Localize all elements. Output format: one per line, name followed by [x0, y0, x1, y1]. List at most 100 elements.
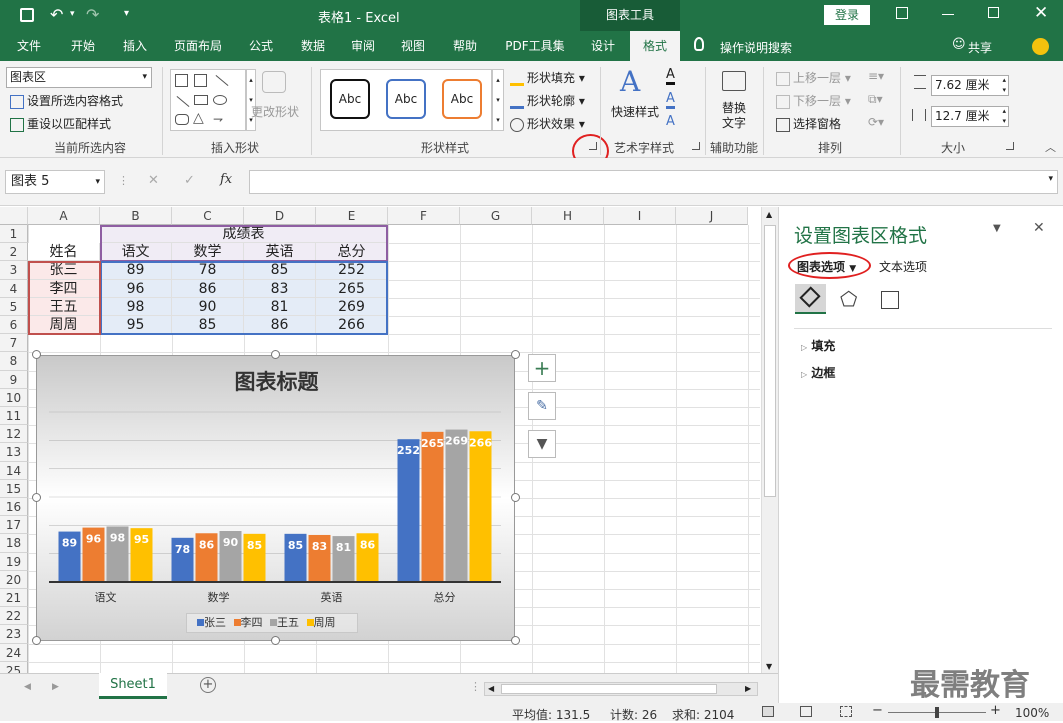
chart-element-dropdown[interactable]: 图表区 ▾ [6, 67, 152, 88]
text-options-tab[interactable]: 文本选项 [879, 258, 927, 275]
quick-styles-button[interactable]: 快速样式 [611, 103, 659, 120]
shapes-gallery[interactable]: △ ⇁ [170, 69, 246, 131]
style-black-preset[interactable]: Abc [330, 79, 370, 119]
resize-handle[interactable] [32, 636, 41, 645]
size-properties-icon[interactable] [881, 291, 899, 309]
spinner-icon[interactable]: ▴ ▾ [1002, 75, 1006, 95]
zoom-out-icon[interactable]: − [872, 703, 883, 718]
save-icon[interactable] [20, 8, 34, 22]
dialog-launcher-icon[interactable] [1006, 142, 1014, 150]
fill-line-tab[interactable] [795, 284, 826, 314]
resize-handle[interactable] [32, 493, 41, 502]
row-header-14[interactable]: 14 [0, 461, 28, 480]
row-header-22[interactable]: 22 [0, 607, 28, 626]
tab-review[interactable]: 审阅 [342, 31, 384, 61]
redo-icon[interactable]: ↷ [86, 5, 99, 24]
zoom-thumb[interactable] [935, 707, 939, 718]
insert-function-icon[interactable]: fx [220, 172, 232, 187]
enter-icon[interactable]: ✓ [184, 173, 195, 188]
text-outline-icon[interactable]: A [666, 91, 675, 109]
column-header-I[interactable]: I [604, 207, 676, 225]
shape-outline-button[interactable]: 形状轮廓 ▾ [510, 92, 585, 109]
scroll-thumb[interactable] [764, 225, 776, 497]
vertical-scrollbar[interactable]: ▲ ▼ [761, 207, 778, 673]
row-header-16[interactable]: 16 [0, 498, 28, 517]
resize-handle[interactable] [511, 493, 520, 502]
scroll-down-icon[interactable]: ▼ [766, 662, 772, 671]
row-header-23[interactable]: 23 [0, 625, 28, 644]
text-effects-icon[interactable]: A [666, 114, 675, 129]
column-header-C[interactable]: C [172, 207, 244, 225]
tab-home[interactable]: 开始 [62, 31, 104, 61]
chart-filters-button[interactable]: ▼ [528, 430, 556, 458]
chart-styles-button[interactable]: ✎ [528, 392, 556, 420]
prev-sheet-icon[interactable]: ◀ [24, 682, 31, 692]
pane-options-icon[interactable]: ▼ [993, 223, 1001, 234]
chart-legend[interactable]: 张三 李四 王五 周周 [186, 613, 358, 633]
tab-insert[interactable]: 插入 [114, 31, 156, 61]
row-header-21[interactable]: 21 [0, 589, 28, 608]
shape-fill-button[interactable]: 形状填充 ▾ [510, 69, 585, 86]
resize-handle[interactable] [271, 350, 280, 359]
column-header-G[interactable]: G [460, 207, 532, 225]
tab-format[interactable]: 格式 [630, 31, 680, 61]
collapse-ribbon-icon[interactable]: ︿ [1045, 139, 1056, 155]
zoom-level[interactable]: 100% [1015, 706, 1049, 720]
change-shape-button[interactable]: 更改形状 [251, 103, 299, 120]
scroll-up-icon[interactable]: ▲ [766, 210, 772, 219]
customize-toolbar-icon[interactable]: ▾ [124, 8, 129, 19]
row-header-25[interactable]: 25 [0, 661, 28, 673]
select-all-corner[interactable] [0, 207, 28, 225]
dialog-launcher-icon[interactable] [692, 142, 700, 150]
resize-handle[interactable] [32, 350, 41, 359]
selection-pane-button[interactable]: 选择窗格 [776, 115, 841, 132]
tab-pdf-tools[interactable]: PDF工具集 [496, 31, 574, 61]
row-header-7[interactable]: 7 [0, 334, 28, 353]
share-button[interactable]: 共享 [968, 39, 992, 56]
zoom-in-icon[interactable]: + [990, 703, 1001, 718]
column-header-D[interactable]: D [244, 207, 316, 225]
cancel-icon[interactable]: ✕ [148, 173, 159, 188]
row-header-20[interactable]: 20 [0, 570, 28, 589]
row-header-2[interactable]: 2 [0, 243, 28, 262]
next-sheet-icon[interactable]: ▶ [52, 682, 59, 692]
chart-area[interactable]: 图表标题 语文 89 96 98 95 数学 78 86 90 85 英语 85 83 81 86 总分 252… [36, 355, 515, 641]
column-header-E[interactable]: E [316, 207, 388, 225]
column-header-A[interactable]: A [28, 207, 100, 225]
row-header-11[interactable]: 11 [0, 407, 28, 426]
gallery-scroll[interactable]: ▴ ▾ ▾ [246, 69, 256, 131]
row-header-4[interactable]: 4 [0, 279, 28, 298]
hscroll-thumb[interactable] [501, 684, 717, 694]
undo-dropdown-icon[interactable]: ▾ [70, 9, 75, 19]
row-header-8[interactable]: 8 [0, 352, 28, 371]
tab-formulas[interactable]: 公式 [240, 31, 282, 61]
row-header-19[interactable]: 19 [0, 552, 28, 571]
minimize-icon[interactable] [942, 14, 954, 15]
column-header-B[interactable]: B [100, 207, 172, 225]
resize-handle[interactable] [511, 350, 520, 359]
alt-text-button[interactable]: 替换文字 [719, 101, 749, 131]
height-input[interactable]: 7.62 厘米 ▴ ▾ [931, 75, 1009, 96]
row-header-15[interactable]: 15 [0, 479, 28, 498]
sheet-tab-sheet1[interactable]: Sheet1 [99, 673, 167, 699]
rotate-icon[interactable]: ⟳▾ [868, 115, 884, 129]
formula-input[interactable]: ▾ [249, 170, 1058, 194]
close-icon[interactable]: ✕ [1034, 3, 1048, 23]
maximize-icon[interactable] [988, 7, 999, 18]
page-layout-view-icon[interactable] [800, 706, 812, 717]
row-header-9[interactable]: 9 [0, 370, 28, 389]
row-header-10[interactable]: 10 [0, 388, 28, 407]
effects-pentagon-icon[interactable]: ⬠ [840, 287, 857, 311]
table-header[interactable]: 姓名 [28, 243, 100, 262]
row-header-6[interactable]: 6 [0, 316, 28, 335]
add-sheet-icon[interactable]: + [200, 677, 216, 693]
normal-view-icon[interactable] [762, 706, 774, 717]
horizontal-scrollbar[interactable]: ◀ ▶ [484, 682, 758, 696]
row-header-18[interactable]: 18 [0, 534, 28, 553]
style-orange-preset[interactable]: Abc [442, 79, 482, 119]
row-header-3[interactable]: 3 [0, 261, 28, 280]
tab-help[interactable]: 帮助 [444, 31, 486, 61]
undo-icon[interactable]: ↶ [50, 5, 63, 24]
width-input[interactable]: 12.7 厘米 ▴ ▾ [931, 106, 1009, 127]
group-icon[interactable]: ⧉▾ [868, 92, 883, 107]
